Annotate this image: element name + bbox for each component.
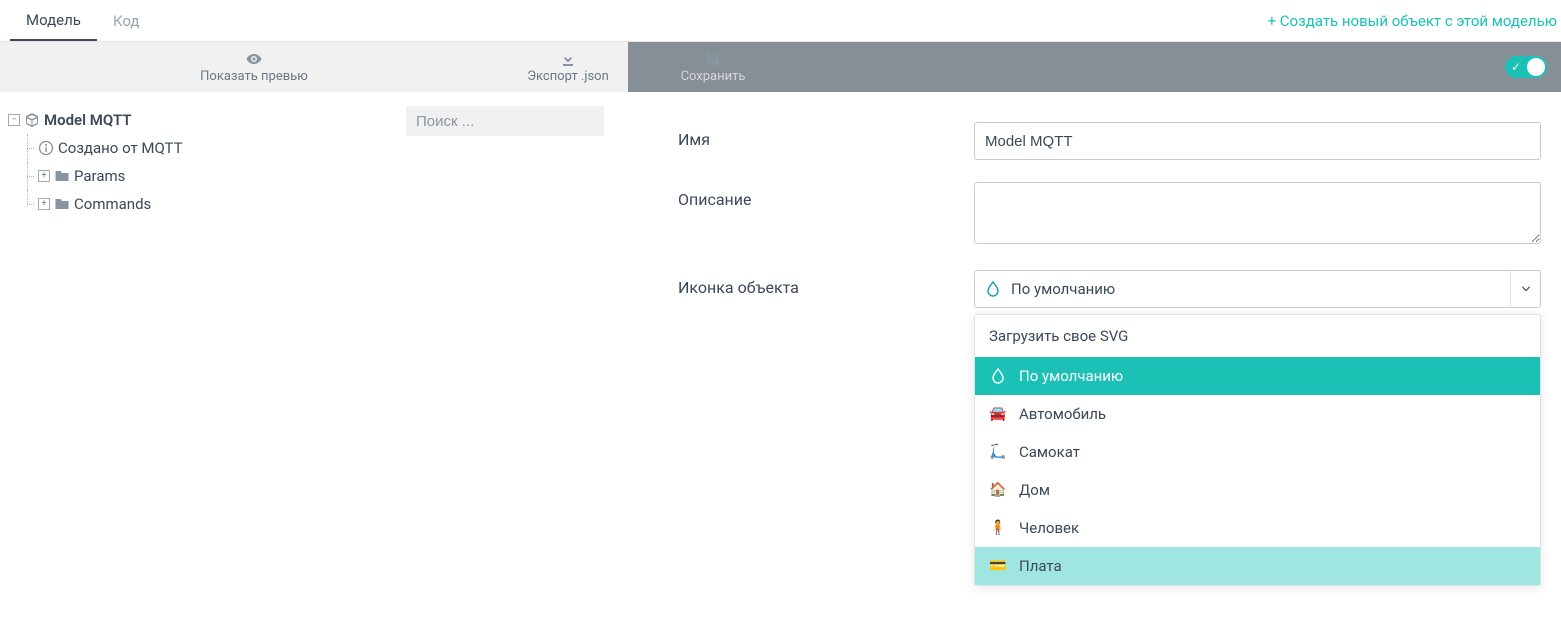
dropdown-item-person[interactable]: 🧍 Человек (975, 509, 1540, 547)
description-field[interactable] (974, 182, 1541, 244)
chevron-down-icon (1510, 271, 1540, 307)
dropdown-item-label: Плата (1019, 557, 1062, 575)
car-icon: 🚘 (989, 405, 1007, 423)
drop-icon (989, 367, 1007, 385)
eye-icon (246, 51, 262, 67)
tree-item-created-from[interactable]: Создано от MQTT (8, 134, 618, 162)
download-icon (560, 51, 576, 67)
tree-item-params[interactable]: + Params (8, 162, 618, 190)
top-tab-bar: Модель Код + Создать новый объект с этой… (0, 0, 1561, 42)
tab-code[interactable]: Код (97, 2, 156, 40)
tree-search (406, 106, 604, 136)
folder-icon (54, 196, 70, 212)
collapse-icon[interactable]: − (8, 114, 20, 126)
icon-label: Иконка объекта (678, 270, 974, 308)
dropdown-item-label: Автомобиль (1019, 405, 1106, 423)
save-label: Сохранить (681, 69, 746, 84)
save-icon (705, 51, 721, 67)
tree-item-label: Params (74, 167, 125, 185)
tree-root-label: Model MQTT (44, 111, 132, 129)
tree-item-label: Commands (74, 195, 151, 213)
icon-dropdown: Загрузить свое SVG По умолчанию 🚘 Автомо… (974, 314, 1541, 586)
name-field[interactable] (974, 122, 1541, 160)
folder-icon (54, 168, 70, 184)
dropdown-item-board[interactable]: 💳 Плата (975, 547, 1540, 585)
show-preview-button[interactable]: Показать превью (0, 42, 508, 92)
export-json-label: Экспорт .json (527, 69, 609, 84)
model-tree: − Model MQTT Создано от MQTT + Params + … (0, 92, 628, 631)
dropdown-item-scooter[interactable]: 🛴 Самокат (975, 433, 1540, 471)
upload-svg-option[interactable]: Загрузить свое SVG (975, 315, 1540, 357)
description-label: Описание (678, 182, 974, 248)
dropdown-item-house[interactable]: 🏠 Дом (975, 471, 1540, 509)
icon-select[interactable]: По умолчанию (974, 270, 1541, 308)
active-toggle[interactable]: ✓ (1505, 56, 1547, 78)
tree-branch-icon (22, 162, 34, 190)
tab-model[interactable]: Модель (10, 1, 97, 41)
dropdown-item-label: Дом (1019, 481, 1050, 499)
name-label: Имя (678, 122, 974, 160)
drop-icon (985, 281, 1001, 297)
save-button[interactable]: Сохранить (628, 42, 798, 92)
board-icon: 💳 (989, 557, 1007, 575)
house-icon: 🏠 (989, 481, 1007, 499)
scooter-icon: 🛴 (989, 443, 1007, 461)
person-icon: 🧍 (989, 519, 1007, 537)
dropdown-item-label: Человек (1019, 519, 1079, 537)
show-preview-label: Показать превью (200, 69, 308, 84)
toggle-knob (1527, 58, 1545, 76)
search-input[interactable] (406, 106, 604, 136)
cube-icon (24, 112, 40, 128)
export-json-button[interactable]: Экспорт .json (508, 42, 628, 92)
info-icon (38, 140, 54, 156)
dropdown-item-label: По умолчанию (1019, 367, 1123, 385)
tree-branch-icon (22, 190, 34, 218)
dropdown-item-label: Самокат (1019, 443, 1080, 461)
check-icon: ✓ (1511, 60, 1521, 74)
icon-select-value: По умолчанию (1011, 280, 1115, 298)
expand-icon[interactable]: + (38, 170, 50, 182)
expand-icon[interactable]: + (38, 198, 50, 210)
dropdown-item-default[interactable]: По умолчанию (975, 357, 1540, 395)
create-object-link[interactable]: + Создать новый объект с этой моделью (1268, 12, 1561, 30)
tree-item-commands[interactable]: + Commands (8, 190, 618, 218)
tree-item-label: Создано от MQTT (58, 139, 183, 157)
dropdown-item-car[interactable]: 🚘 Автомобиль (975, 395, 1540, 433)
tree-branch-icon (22, 134, 34, 162)
